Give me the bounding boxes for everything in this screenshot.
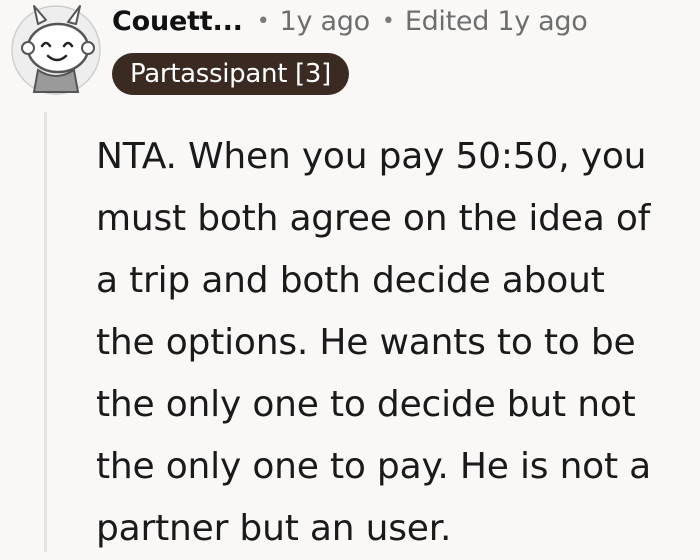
- comment-text-line: partner but an user.: [96, 508, 452, 549]
- comment-body: NTA. When you pay 50:50, you must both a…: [96, 126, 696, 560]
- comment-text-line: the only one to pay. He is not a: [96, 446, 652, 487]
- snoo-avatar-icon: [11, 5, 101, 95]
- separator-dot: •: [256, 8, 270, 34]
- timestamp[interactable]: 1y ago: [280, 6, 370, 37]
- avatar[interactable]: [8, 0, 104, 96]
- comment-text-line: NTA. When you pay 50:50, you: [96, 136, 647, 177]
- comment-text-line: a trip and both decide about: [96, 260, 605, 301]
- comment-text-line: the options. He wants to to be: [96, 322, 636, 363]
- user-flair: Partassipant [3]: [112, 53, 349, 95]
- comment-text-line: the only one to decide but not: [96, 384, 636, 425]
- comment-header: Couett... • 1y ago • Edited 1y ago: [112, 0, 588, 42]
- separator-dot: •: [381, 8, 395, 34]
- thread-line[interactable]: [44, 112, 47, 552]
- comment-text-line: must both agree on the idea of: [96, 198, 651, 239]
- edited-label: Edited 1y ago: [404, 5, 588, 37]
- username-link[interactable]: Couett...: [112, 6, 243, 37]
